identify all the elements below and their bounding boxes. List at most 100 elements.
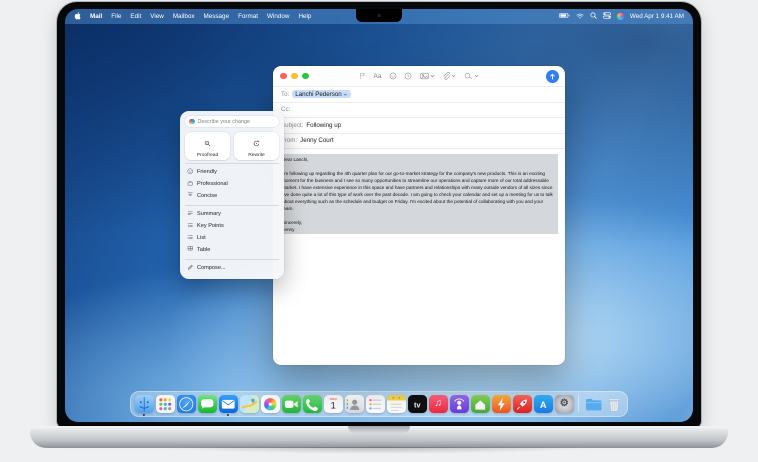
window-titlebar[interactable]: Aa bbox=[273, 66, 565, 87]
emoji-icon[interactable] bbox=[389, 67, 397, 85]
subject-label: Subject: bbox=[281, 122, 303, 129]
to-label: To: bbox=[281, 91, 289, 98]
dock-divider bbox=[578, 395, 579, 412]
key-points-icon bbox=[187, 222, 194, 231]
table-icon bbox=[187, 245, 194, 254]
menu-item-mailbox[interactable]: Mailbox bbox=[173, 13, 195, 20]
dock-messages-icon[interactable] bbox=[198, 395, 217, 414]
proofread-button[interactable]: Proofread bbox=[185, 132, 230, 160]
selected-text-block[interactable]: Dear Lanchi, I'm following up regarding … bbox=[280, 154, 558, 234]
send-button[interactable] bbox=[546, 70, 559, 83]
signature-button[interactable] bbox=[464, 72, 479, 80]
dock-podcasts-icon[interactable] bbox=[450, 395, 469, 414]
recipient-token[interactable]: Lanchi Pederson bbox=[292, 90, 350, 98]
smiley-icon bbox=[187, 168, 194, 177]
dock-finder-icon[interactable] bbox=[135, 395, 154, 414]
search-icon[interactable] bbox=[590, 12, 597, 21]
body-greeting: Dear Lanchi, bbox=[282, 156, 556, 163]
apple-intelligence-icon bbox=[189, 119, 195, 125]
format-table-label: Table bbox=[197, 247, 210, 253]
dock: 1WED tv ♫ bbox=[130, 391, 628, 418]
message-body[interactable]: Dear Lanchi, I'm following up regarding … bbox=[273, 149, 565, 239]
control-center-icon[interactable] bbox=[603, 12, 611, 21]
dock-contacts-icon[interactable] bbox=[345, 395, 364, 414]
svg-text:WED: WED bbox=[330, 397, 338, 401]
menu-item-view[interactable]: View bbox=[150, 13, 164, 20]
format-aa-button[interactable]: Aa bbox=[374, 73, 382, 80]
dock-maps-icon[interactable] bbox=[240, 395, 259, 414]
concise-lines-icon bbox=[187, 191, 194, 200]
dock-rocket-icon[interactable] bbox=[513, 395, 532, 414]
wifi-icon[interactable] bbox=[576, 13, 584, 21]
dock-reminders-icon[interactable] bbox=[366, 395, 385, 414]
menu-item-help[interactable]: Help bbox=[298, 13, 311, 20]
to-field[interactable]: To: Lanchi Pederson bbox=[273, 87, 565, 103]
format-list-item[interactable]: List bbox=[185, 232, 279, 244]
minimize-window-button[interactable] bbox=[291, 73, 298, 80]
menu-item-edit[interactable]: Edit bbox=[130, 13, 141, 20]
proofread-label: Proofread bbox=[185, 153, 230, 158]
apple-menu-icon[interactable] bbox=[74, 12, 81, 22]
camera-dot bbox=[378, 14, 381, 17]
chevron-down-icon bbox=[474, 74, 479, 78]
menu-item-message[interactable]: Message bbox=[204, 13, 230, 20]
flag-icon[interactable] bbox=[359, 67, 366, 85]
dock-mail-icon[interactable] bbox=[219, 395, 238, 414]
battery-icon[interactable] bbox=[559, 13, 570, 20]
tone-concise-item[interactable]: Concise bbox=[185, 190, 279, 202]
recipient-name: Lanchi Pederson bbox=[295, 91, 341, 98]
rewrite-button[interactable]: Rewrite bbox=[234, 132, 279, 160]
marketing-canvas: { "menu_bar": { "items": ["Mail", "File"… bbox=[0, 0, 758, 462]
dock-music-icon[interactable]: ♫ bbox=[429, 395, 448, 414]
dock-trash-icon[interactable] bbox=[605, 395, 624, 414]
dock-downloads-folder-icon[interactable] bbox=[584, 395, 603, 414]
menu-item-mail[interactable]: Mail bbox=[90, 13, 102, 20]
subject-field[interactable]: Subject: Following up bbox=[273, 118, 565, 134]
dock-launchpad-icon[interactable] bbox=[156, 395, 175, 414]
describe-change-input[interactable]: Describe your change bbox=[185, 116, 279, 127]
menu-item-file[interactable]: File bbox=[111, 13, 121, 20]
from-value: Jenny Court bbox=[300, 137, 333, 144]
dock-shortcuts-lightning-icon[interactable] bbox=[492, 395, 511, 414]
body-signature: Jenny bbox=[282, 226, 556, 233]
desktop: Mail File Edit View Mailbox Message Form… bbox=[65, 9, 693, 422]
dock-notes-icon[interactable] bbox=[387, 395, 406, 414]
pencil-icon bbox=[187, 264, 194, 273]
photo-browser-button[interactable] bbox=[420, 72, 435, 80]
macbook-base bbox=[30, 426, 728, 448]
tone-friendly-item[interactable]: Friendly bbox=[185, 166, 279, 178]
send-later-clock-icon[interactable] bbox=[404, 67, 412, 85]
writing-tools-panel: Describe your change Proofread Rewrite bbox=[180, 111, 284, 279]
format-table-item[interactable]: Table bbox=[185, 244, 279, 256]
cc-field[interactable]: Cc: bbox=[273, 103, 565, 119]
dock-phone-icon[interactable] bbox=[303, 395, 322, 414]
menu-item-format[interactable]: Format bbox=[238, 13, 258, 20]
from-field[interactable]: From: Jenny Court bbox=[273, 134, 565, 150]
format-summary-label: Summary bbox=[197, 211, 221, 217]
tone-professional-label: Professional bbox=[197, 181, 228, 187]
tone-friendly-label: Friendly bbox=[197, 169, 217, 175]
dock-home-icon[interactable] bbox=[471, 395, 490, 414]
dock-tv-icon[interactable]: tv bbox=[408, 395, 427, 414]
close-window-button[interactable] bbox=[280, 73, 287, 80]
dock-system-settings-icon[interactable]: ⚙ bbox=[555, 395, 574, 414]
menu-bar-clock[interactable]: Wed Apr 1 9:41 AM bbox=[630, 13, 684, 20]
attach-button[interactable] bbox=[442, 72, 456, 81]
tone-concise-label: Concise bbox=[197, 193, 217, 199]
dock-calendar-icon[interactable]: 1WED bbox=[324, 395, 343, 414]
dock-facetime-icon[interactable] bbox=[282, 395, 301, 414]
zoom-window-button[interactable] bbox=[302, 73, 309, 80]
format-summary-item[interactable]: Summary bbox=[185, 208, 279, 220]
format-key-points-label: Key Points bbox=[197, 223, 224, 229]
dock-photos-icon[interactable] bbox=[261, 395, 280, 414]
chevron-down-icon bbox=[430, 74, 435, 78]
dock-app-store-icon[interactable]: A bbox=[534, 395, 553, 414]
menu-item-window[interactable]: Window bbox=[267, 13, 289, 20]
dock-safari-icon[interactable] bbox=[177, 395, 196, 414]
compose-item[interactable]: Compose... bbox=[185, 262, 279, 274]
tone-professional-item[interactable]: Professional bbox=[185, 178, 279, 190]
format-key-points-item[interactable]: Key Points bbox=[185, 220, 279, 232]
list-icon bbox=[187, 234, 194, 243]
chevron-down-icon bbox=[451, 74, 456, 78]
siri-icon[interactable] bbox=[617, 13, 624, 20]
